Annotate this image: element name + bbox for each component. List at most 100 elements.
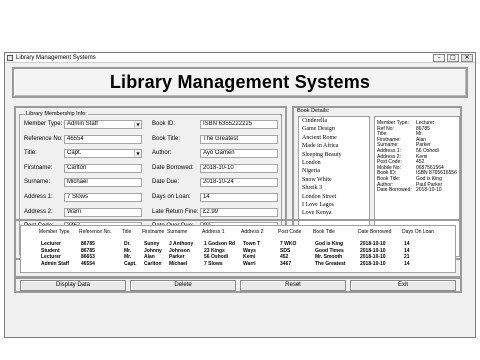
maximize-button[interactable]: □ (447, 54, 459, 62)
table-cell[interactable]: 7 Slows (204, 261, 223, 267)
table-cell[interactable]: Johnny (144, 248, 162, 254)
table-cell[interactable]: 2018-10-10 (360, 254, 386, 260)
field-input[interactable]: 46554 (64, 134, 142, 144)
table-cell[interactable]: J Anthony (169, 241, 193, 247)
table-cell[interactable]: 14 (404, 261, 410, 267)
records-panel: Member Type Reference No. Title Firstname Su… (14, 219, 462, 278)
detail-label: Date Borrowed: (377, 187, 412, 194)
table-header-cell[interactable]: Book Title (313, 229, 335, 235)
table-header-cell[interactable]: Title (122, 229, 131, 235)
minimize-button[interactable]: – (433, 54, 445, 62)
book-list-item[interactable]: London (299, 159, 369, 167)
table-cell[interactable]: Sunny (144, 241, 159, 247)
table-cell[interactable]: Lecturer (41, 254, 61, 260)
table-cell[interactable]: Mr. (124, 254, 131, 260)
table-cell[interactable]: Capt. (124, 261, 137, 267)
table-header-cell[interactable]: Post Code (278, 229, 301, 235)
table-cell[interactable]: 14 (404, 248, 410, 254)
table-cell[interactable]: 7 WKO (280, 241, 296, 247)
table-cell[interactable]: 2018-10-10 (360, 261, 386, 267)
table-cell[interactable]: SDS (280, 248, 290, 254)
table-cell[interactable]: Parker (169, 254, 185, 260)
field-input[interactable]: 7 Slows (64, 193, 142, 202)
table-header-cell[interactable]: Firstname (142, 229, 164, 235)
records-table[interactable]: Member Type Reference No. Title Firstname Su… (20, 225, 456, 273)
table-cell[interactable]: Admin Staff (41, 261, 69, 267)
field-label: Book ID: (152, 121, 176, 127)
table-cell[interactable]: Dr. (124, 241, 131, 247)
table-cell[interactable]: Student (41, 248, 60, 254)
field-input[interactable]: Carlton (64, 163, 142, 173)
book-list-item[interactable]: I Love Lagos (299, 201, 369, 209)
field-input[interactable]: Admin Staff ▼ (64, 120, 142, 129)
table-cell[interactable]: 86785 (81, 248, 95, 254)
table-cell[interactable]: Johnson (169, 248, 190, 254)
table-header-cell[interactable]: Reference No. (79, 229, 111, 235)
book-list-item[interactable]: Made in Africa (299, 142, 369, 150)
table-cell[interactable]: 46554 (81, 261, 95, 267)
table-header-cell[interactable]: Date Borrowed (358, 229, 391, 235)
table-cell[interactable]: Mr. (124, 248, 131, 254)
table-cell[interactable]: Mr. Smooth (315, 254, 342, 260)
field-label: Date Due: (152, 179, 180, 186)
field-input[interactable]: 14 (200, 193, 278, 202)
field-label: Late Return Fine: (152, 208, 199, 215)
book-list-item[interactable]: Ancient Rome (299, 134, 369, 142)
table-cell[interactable]: Lecturer (41, 241, 61, 247)
close-button[interactable]: ✕ (461, 54, 473, 62)
table-cell[interactable]: Michael (169, 261, 187, 267)
table-cell[interactable]: Ways (243, 248, 256, 254)
table-cell[interactable]: 21 (404, 254, 410, 260)
book-list-item[interactable]: Nigeria (299, 167, 369, 175)
table-cell[interactable]: 452 (280, 254, 288, 260)
table-cell[interactable]: 86653 (81, 254, 95, 260)
field-input[interactable]: Ayo Oamen (200, 149, 278, 159)
display-data-button[interactable]: Display Data (20, 280, 126, 291)
book-list-item[interactable]: Snow White (299, 176, 369, 184)
table-cell[interactable]: 2018-10-10 (360, 241, 386, 247)
table-header-cell[interactable]: Address 2 (241, 229, 264, 235)
table-header-cell[interactable]: Surname (167, 229, 187, 235)
button-bar: Display Data Delete Reset Exit (14, 277, 462, 293)
table-cell[interactable]: Warri (243, 261, 256, 267)
table-cell[interactable]: Carlton (144, 261, 162, 267)
delete-button[interactable]: Delete (130, 280, 236, 291)
book-list-item[interactable]: Sleeping Beauty (299, 151, 369, 159)
book-list-item[interactable]: Shreik 3 (299, 184, 369, 192)
field-input[interactable]: 2018-10-24 (200, 178, 278, 188)
table-cell[interactable]: 1 Godson Rd (204, 241, 235, 247)
field-label: Date Borrowed: (152, 164, 194, 171)
table-cell[interactable]: Town T (243, 241, 260, 247)
table-cell[interactable]: 23 Kings (204, 248, 225, 254)
book-list-item[interactable]: Game Design (299, 125, 369, 133)
book-list-item[interactable]: Cinderella (299, 117, 369, 125)
field-input[interactable]: Capt. ▼ (64, 149, 142, 159)
field-input[interactable]: Michael (64, 178, 142, 188)
table-header-cell[interactable]: Days On Loan (402, 229, 434, 235)
field-input[interactable]: The Greatest (200, 134, 278, 144)
table-cell[interactable]: The Greatest (315, 261, 346, 267)
field-input[interactable]: £2.99 (200, 207, 278, 217)
table-header-cell[interactable]: Member Type (39, 229, 69, 235)
table-cell[interactable]: 14 (404, 241, 410, 247)
page-title: Library Management Systems (109, 72, 371, 92)
table-cell[interactable]: 86785 (81, 241, 95, 247)
membership-legend: Library Membership Info: (25, 111, 88, 118)
table-cell[interactable]: 56 Oshodi (204, 254, 228, 260)
table-cell[interactable]: 3467 (280, 261, 291, 267)
field-input[interactable]: 2018-10-10 (200, 163, 278, 173)
table-cell[interactable]: God is King (315, 241, 343, 247)
field-input[interactable]: ISBN 6355222225 (200, 120, 278, 129)
book-list-item[interactable]: Love Kenya (299, 209, 369, 217)
table-header-cell[interactable]: Address 1 (202, 229, 225, 235)
table-cell[interactable]: Good Times (315, 248, 344, 254)
chevron-down-icon[interactable]: ▼ (134, 150, 141, 158)
exit-button[interactable]: Exit (350, 280, 456, 291)
book-list-item[interactable]: London Street (299, 193, 369, 201)
field-input[interactable]: Warri (64, 207, 142, 217)
table-cell[interactable]: Kemi (243, 254, 255, 260)
chevron-down-icon[interactable]: ▼ (134, 121, 141, 128)
table-cell[interactable]: 2018-10-10 (360, 248, 386, 254)
table-cell[interactable]: Alan (144, 254, 155, 260)
reset-button[interactable]: Reset (240, 280, 346, 291)
